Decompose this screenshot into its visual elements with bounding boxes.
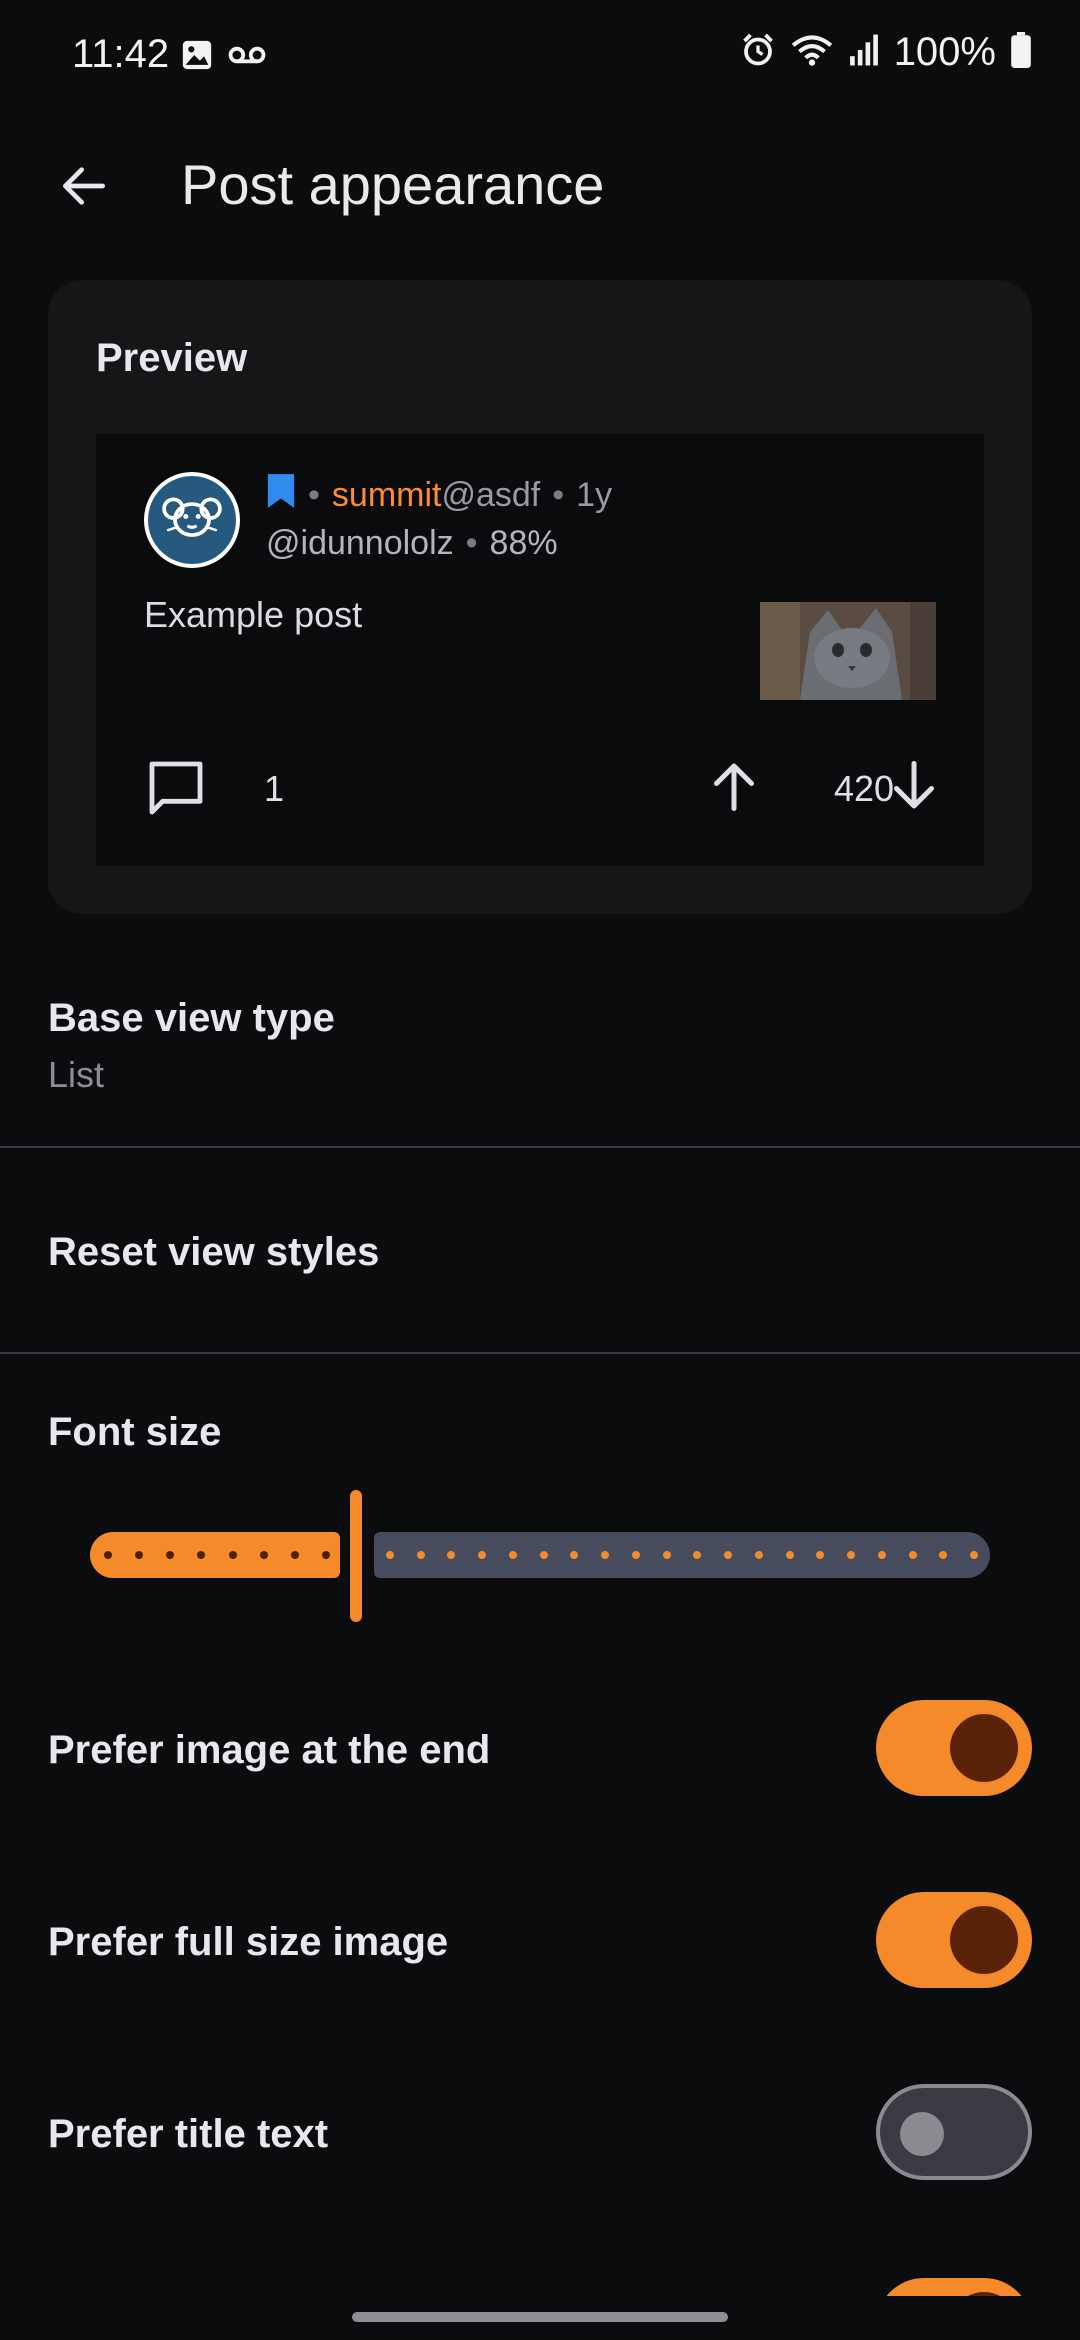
toggle-row-full-size[interactable]: Prefer full size image — [0, 1892, 1080, 1992]
comment-count: 1 — [264, 768, 285, 809]
slider-tick — [631, 1551, 640, 1559]
divider — [0, 1352, 1080, 1354]
slider-tick — [908, 1551, 917, 1559]
font-size-label: Font size — [48, 1410, 222, 1454]
slider-tick — [290, 1551, 299, 1559]
toggle-label: Prefer image at the end — [48, 1728, 491, 1772]
battery-icon — [1010, 32, 1032, 73]
slider-tick — [259, 1551, 268, 1559]
font-size-slider[interactable] — [90, 1490, 990, 1622]
slider-tick — [228, 1551, 237, 1559]
post-author-line: @idunnololz • 88% — [266, 524, 558, 563]
avatar — [144, 472, 240, 568]
status-time: 11:42 — [72, 32, 170, 76]
community-link[interactable]: summit@asdf — [332, 476, 540, 515]
preview-card: Preview • summit@asdf • 1y @idunnololz •… — [48, 280, 1032, 914]
post-meta-line: • summit@asdf • 1y — [266, 472, 612, 519]
post-thumbnail[interactable] — [760, 602, 936, 700]
comment-icon[interactable] — [144, 756, 208, 825]
base-view-type-setting[interactable]: Base view type — [48, 996, 335, 1041]
slider-tick — [416, 1551, 425, 1559]
toggle-label: Prefer title text — [48, 2112, 329, 2156]
reset-view-styles-button[interactable]: Reset view styles — [48, 1230, 379, 1275]
slider-tick — [847, 1551, 856, 1559]
image-icon — [180, 38, 214, 77]
prefer-title-text-switch[interactable] — [876, 2084, 1032, 2180]
signal-icon — [848, 33, 880, 72]
app-bar: Post appearance — [0, 130, 1080, 240]
preview-title: Preview — [96, 336, 248, 380]
slider-tick — [322, 1551, 330, 1559]
slider-tick — [508, 1551, 517, 1559]
post-title: Example post — [144, 594, 363, 635]
prefer-full-size-switch[interactable] — [876, 1892, 1032, 1988]
upvote-icon[interactable] — [704, 756, 764, 821]
slider-tick — [754, 1551, 763, 1559]
toggle-row-image-end[interactable]: Prefer image at the end — [0, 1700, 1080, 1800]
back-button[interactable] — [48, 152, 120, 224]
mouse-face-icon — [161, 490, 223, 551]
slider-tick — [386, 1551, 394, 1559]
toggle-label: Prefer full size image — [48, 1920, 449, 1964]
slider-tick — [662, 1551, 671, 1559]
home-indicator[interactable] — [352, 2312, 728, 2322]
author-link[interactable]: @idunnololz — [266, 524, 454, 563]
post-age: 1y — [576, 476, 613, 514]
bookmark-icon — [266, 472, 296, 519]
downvote-icon[interactable] — [884, 756, 944, 821]
page-title: Post appearance — [181, 153, 605, 216]
voicemail-icon — [228, 40, 266, 75]
slider-tick — [104, 1551, 112, 1559]
prefer-image-end-switch[interactable] — [876, 1700, 1032, 1796]
slider-thumb[interactable] — [350, 1490, 362, 1622]
slider-track-inactive — [374, 1532, 990, 1578]
slider-tick — [970, 1551, 978, 1559]
divider — [0, 1146, 1080, 1148]
battery-percent: 100% — [893, 30, 996, 74]
toggle-row-title-text[interactable]: Prefer title text — [0, 2084, 1080, 2184]
slider-track-active — [90, 1532, 340, 1578]
back-arrow-icon — [56, 158, 112, 219]
status-bar: 11:42 100% — [0, 0, 1080, 115]
post-preview[interactable]: • summit@asdf • 1y @idunnololz • 88% Exa… — [96, 434, 984, 866]
post-actions: 1 420 — [144, 748, 936, 828]
slider-tick — [539, 1551, 548, 1559]
wifi-icon — [790, 32, 834, 73]
upvote-ratio: 88% — [489, 524, 558, 562]
slider-tick — [785, 1551, 794, 1559]
base-view-type-value: List — [48, 1054, 105, 1095]
slider-tick — [877, 1551, 886, 1559]
alarm-icon — [740, 32, 776, 73]
